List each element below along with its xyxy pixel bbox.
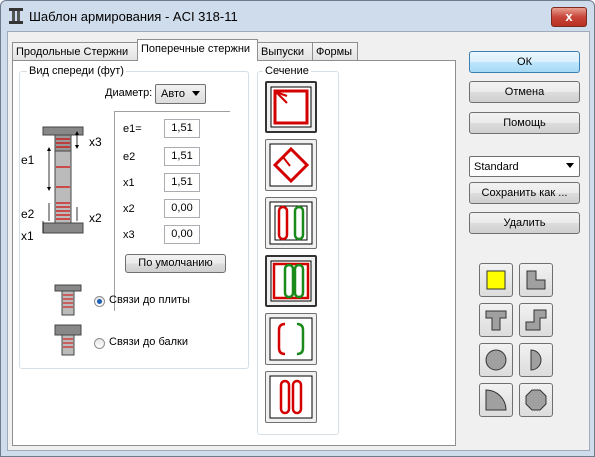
- x1-field[interactable]: 1,51: [164, 173, 200, 192]
- diameter-value: Авто: [161, 88, 185, 100]
- tie-to-slab-icon: [54, 284, 82, 316]
- close-button[interactable]: x: [551, 7, 587, 27]
- help-button[interactable]: Помощь: [469, 112, 580, 134]
- e1-diagram-label: e1: [21, 153, 35, 167]
- e2-field[interactable]: 1,51: [164, 147, 200, 166]
- tie-hooks-icon: [269, 317, 313, 361]
- tie-double-loop-icon: [269, 201, 313, 245]
- shape-z-button[interactable]: [519, 303, 553, 337]
- cancel-button[interactable]: Отмена: [469, 81, 580, 103]
- window-title: Шаблон армирования - ACI 318-11: [29, 9, 238, 24]
- tie-to-beam-icon: [54, 324, 82, 356]
- circle-shape-icon: [485, 349, 507, 371]
- dialog-body: Продольные Стержни Поперечные стержни Вы…: [7, 31, 590, 451]
- tie-to-beam-radio[interactable]: [94, 338, 105, 349]
- shape-half-circle-button[interactable]: [519, 343, 553, 377]
- diameter-dropdown[interactable]: Авто: [155, 84, 206, 104]
- tab-longitudinal-bars[interactable]: Продольные Стержни: [12, 42, 138, 60]
- shape-square-button[interactable]: [479, 263, 513, 297]
- section-tie-hooks-button[interactable]: [265, 313, 317, 365]
- section-tie-pair-button[interactable]: [265, 371, 317, 423]
- quarter-circle-shape-icon: [485, 389, 507, 411]
- x1-diagram-label: x1: [21, 229, 34, 243]
- rebar-template-icon: [9, 8, 23, 24]
- delete-button[interactable]: Удалить: [469, 212, 580, 234]
- tab-dowels[interactable]: Выпуски: [257, 42, 313, 60]
- chevron-down-icon: [192, 91, 200, 96]
- section-tie-diamond-button[interactable]: [265, 139, 317, 191]
- octagon-shape-icon: [525, 389, 547, 411]
- tie-to-beam-label: Связи до балки: [109, 336, 188, 348]
- save-as-button[interactable]: Сохранить как ...: [469, 182, 580, 204]
- tab-transverse-bars[interactable]: Поперечные стержни: [137, 39, 258, 61]
- section-tie-double-button[interactable]: [265, 197, 317, 249]
- shape-l-button[interactable]: [519, 263, 553, 297]
- x2-field[interactable]: 0,00: [164, 199, 200, 218]
- dialog-window: Шаблон армирования - ACI 318-11 x Продол…: [0, 0, 595, 457]
- shape-circle-button[interactable]: [479, 343, 513, 377]
- e1-field[interactable]: 1,51: [164, 119, 200, 138]
- tie-diamond-icon: [269, 143, 313, 187]
- shape-octagon-button[interactable]: [519, 383, 553, 417]
- field-divider-top: [114, 111, 230, 112]
- x3-label: x3: [123, 229, 135, 241]
- square-shape-icon: [486, 270, 506, 290]
- chevron-down-icon: [566, 163, 574, 168]
- tie-to-slab-radio[interactable]: [94, 296, 105, 307]
- diameter-label: Диаметр:: [105, 87, 153, 99]
- tab-shapes[interactable]: Формы: [312, 42, 358, 60]
- default-values-button[interactable]: По умолчанию: [125, 254, 226, 273]
- preset-value: Standard: [474, 161, 519, 173]
- section-tie-combined-button[interactable]: [265, 255, 317, 307]
- e2-diagram-label: e2: [21, 207, 35, 221]
- ok-button[interactable]: ОК: [469, 51, 580, 73]
- section-label: Сечение: [263, 65, 311, 77]
- preset-dropdown[interactable]: Standard: [469, 156, 580, 177]
- field-divider: [114, 111, 115, 311]
- title-bar[interactable]: Шаблон армирования - ACI 318-11 x: [1, 1, 594, 31]
- shape-t-button[interactable]: [479, 303, 513, 337]
- tie-to-slab-label: Связи до плиты: [109, 294, 190, 306]
- shape-quarter-circle-button[interactable]: [479, 383, 513, 417]
- front-view-label: Вид спереди (фут): [27, 65, 126, 77]
- tie-corner-hook-icon: [270, 86, 312, 128]
- section-tie-corner-button[interactable]: [265, 81, 317, 133]
- x2-label: x2: [123, 203, 135, 215]
- e1-label: e1=: [123, 123, 142, 135]
- x3-field[interactable]: 0,00: [164, 225, 200, 244]
- tab-panel: Вид спереди (фут) Диаметр: Авто e1 e2 x1…: [12, 60, 456, 446]
- l-shape-icon: [526, 270, 546, 290]
- half-circle-shape-icon: [530, 349, 542, 371]
- x1-label: x1: [123, 177, 135, 189]
- x2-diagram-label: x2: [89, 211, 102, 225]
- tie-pair-icon: [269, 375, 313, 419]
- e2-label: e2: [123, 151, 136, 163]
- x3-diagram-label: x3: [89, 135, 102, 149]
- tie-combined-icon: [270, 260, 312, 302]
- t-shape-icon: [485, 310, 507, 331]
- z-shape-icon: [525, 309, 547, 331]
